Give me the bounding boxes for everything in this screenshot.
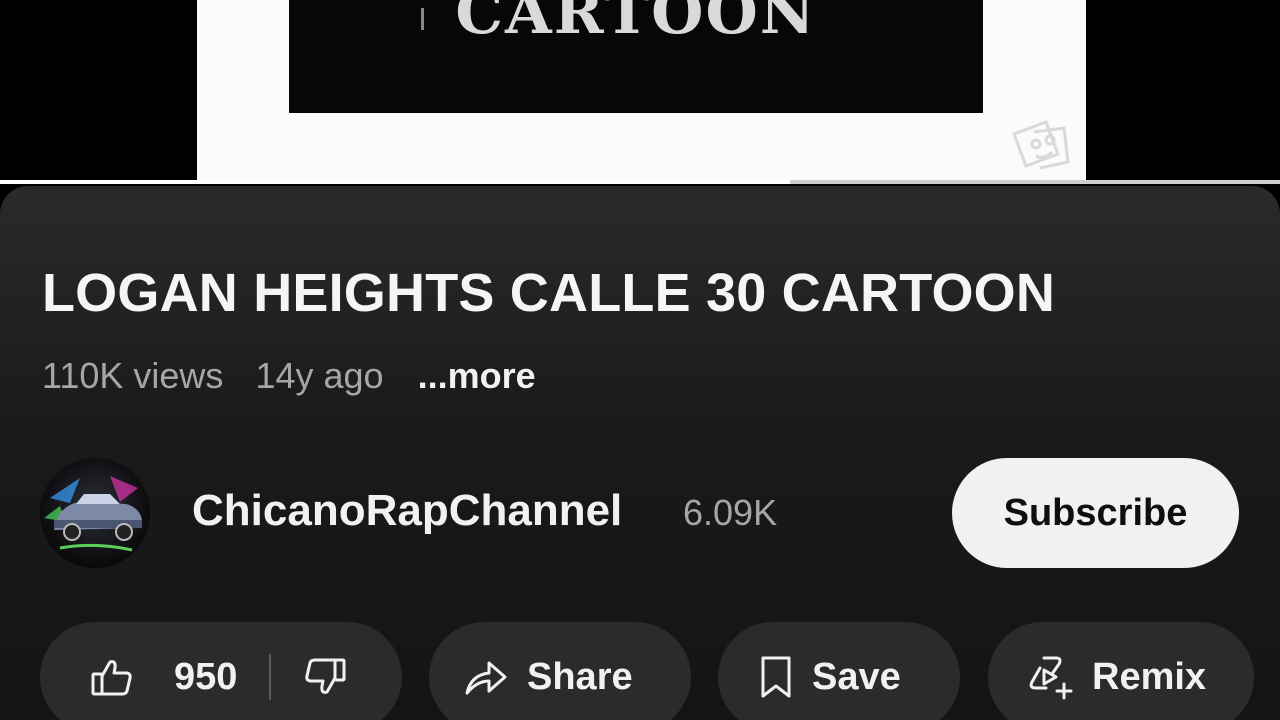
video-caption-box: CARTOON xyxy=(289,0,983,113)
video-title: LOGAN HEIGHTS CALLE 30 CARTOON xyxy=(42,263,1056,323)
thumbs-up-icon xyxy=(91,660,132,696)
like-divider xyxy=(269,654,272,700)
remix-icon xyxy=(1029,656,1073,700)
lowrider-car-avatar-icon xyxy=(40,458,150,568)
video-frame: CARTOON xyxy=(197,0,1086,182)
dislike-button[interactable] xyxy=(303,657,347,697)
progress-fill xyxy=(0,180,790,184)
save-button[interactable]: Save xyxy=(718,622,960,720)
save-label: Save xyxy=(812,655,901,698)
upload-age: 14y ago xyxy=(255,355,384,396)
like-button[interactable]: 950 xyxy=(40,656,237,699)
remix-label: Remix xyxy=(1092,655,1207,698)
thumbs-down-icon xyxy=(305,658,346,694)
like-dislike-pill: 950 xyxy=(40,622,402,720)
more-link[interactable]: ...more xyxy=(418,355,536,397)
subscriber-count: 6.09K xyxy=(683,492,778,533)
share-arrow-icon xyxy=(465,661,507,695)
video-meta[interactable]: 110K views 14y ago ...more xyxy=(42,355,536,397)
bookmark-icon xyxy=(761,656,791,698)
like-count: 950 xyxy=(174,655,238,698)
view-count: 110K views xyxy=(42,355,224,396)
channel-avatar[interactable] xyxy=(40,458,150,568)
watermark-icon xyxy=(1012,120,1070,170)
video-overlay-text: CARTOON xyxy=(289,0,983,48)
channel-name[interactable]: ChicanoRapChannel xyxy=(192,486,622,536)
share-label: Share xyxy=(527,655,633,698)
subscribe-button[interactable]: Subscribe xyxy=(952,458,1239,568)
share-button[interactable]: Share xyxy=(429,622,691,720)
remix-button[interactable]: Remix xyxy=(988,622,1254,720)
video-player[interactable]: CARTOON xyxy=(0,0,1280,184)
